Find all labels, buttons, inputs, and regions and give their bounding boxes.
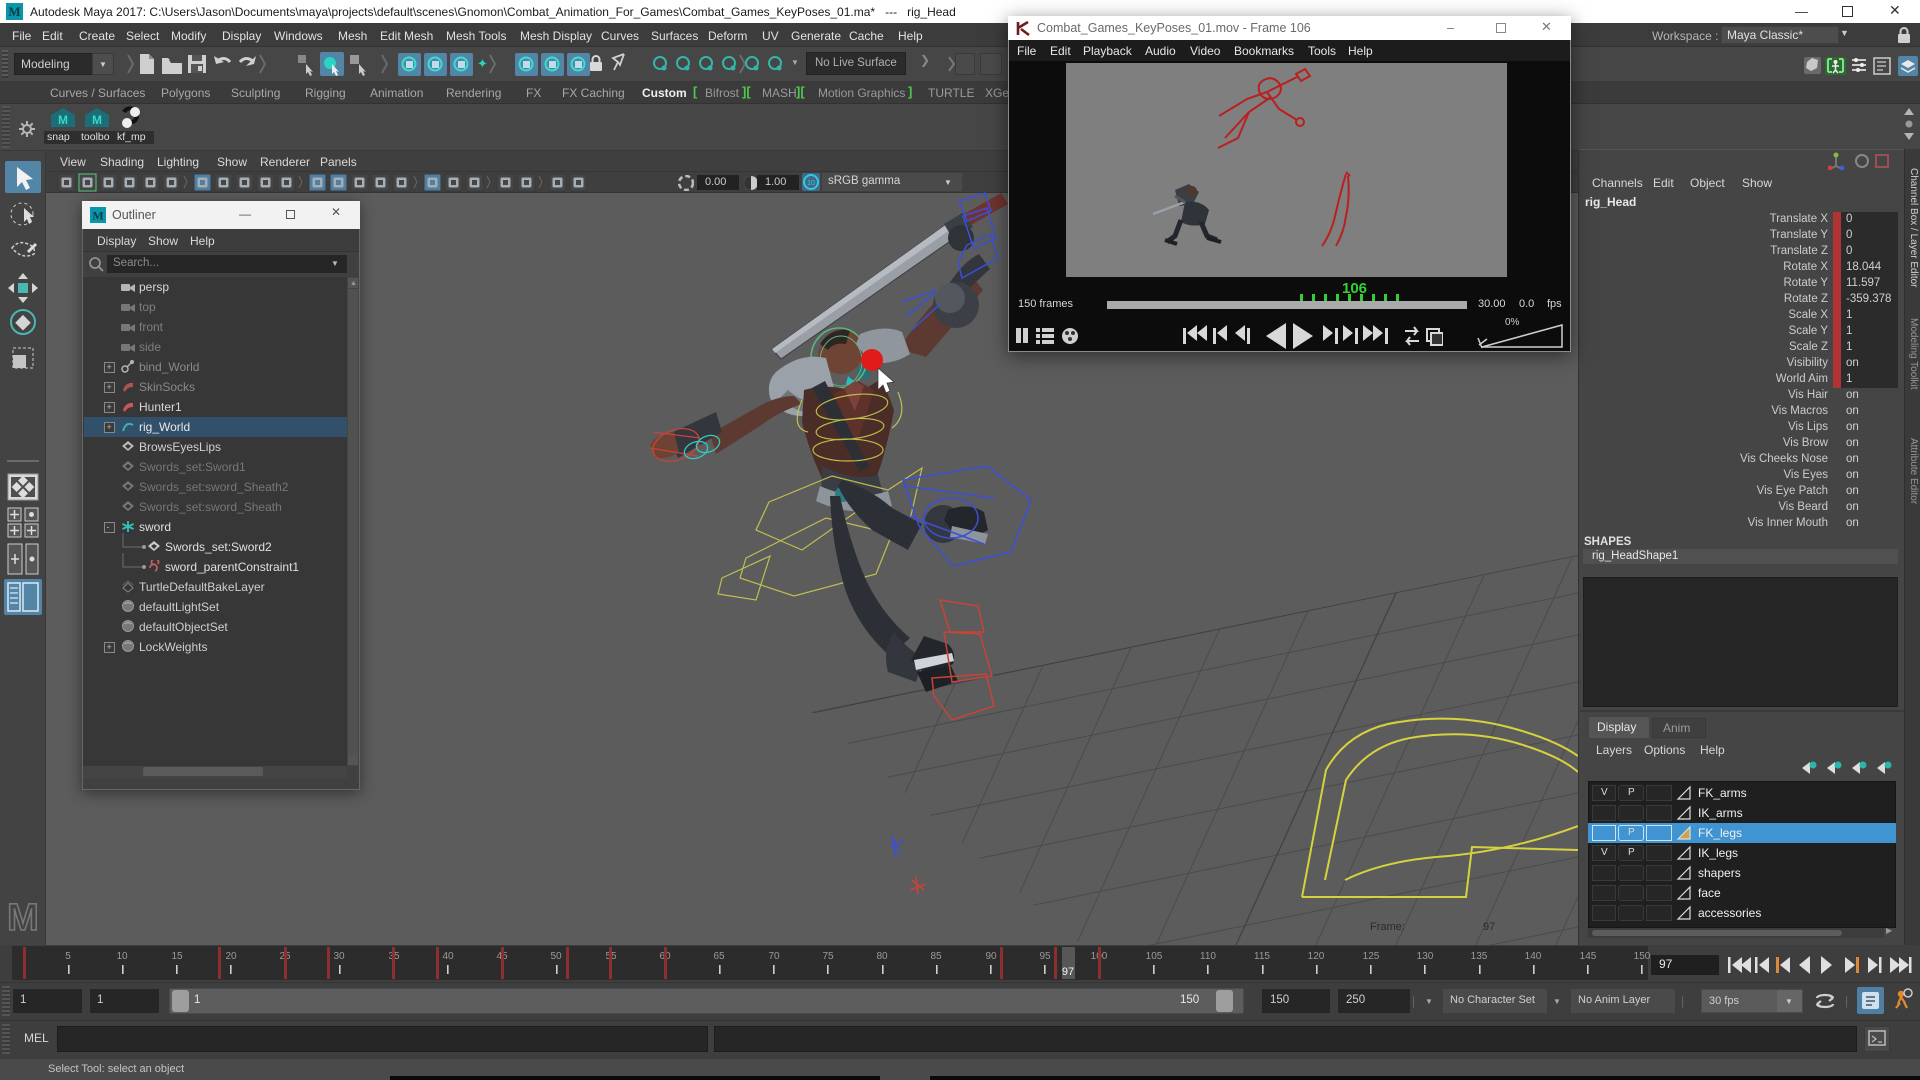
svg-text:15: 15 [171, 951, 183, 962]
svg-text:115: 115 [1254, 951, 1270, 962]
svg-text:135: 135 [1471, 951, 1488, 962]
svg-text:130: 130 [1417, 951, 1434, 962]
svg-text:80: 80 [876, 951, 888, 962]
svg-text:125: 125 [1363, 951, 1380, 962]
svg-text:70: 70 [768, 951, 780, 962]
svg-text:5: 5 [65, 951, 71, 962]
svg-text:M: M [92, 209, 103, 223]
svg-text:95: 95 [1039, 951, 1051, 962]
svg-text:M: M [7, 897, 39, 938]
svg-text:30: 30 [333, 951, 345, 962]
svg-text:120: 120 [1308, 951, 1325, 962]
svg-text:75: 75 [822, 951, 834, 962]
svg-text:97: 97 [1062, 966, 1074, 978]
svg-text:10: 10 [116, 951, 128, 962]
svg-text:90: 90 [985, 951, 997, 962]
svg-text:140: 140 [1525, 951, 1542, 962]
svg-text:M: M [8, 4, 20, 19]
svg-text:50: 50 [550, 951, 562, 962]
svg-text:M: M [58, 113, 68, 127]
svg-text:145: 145 [1580, 951, 1597, 962]
svg-text:105: 105 [1146, 951, 1163, 962]
svg-text:M: M [92, 113, 102, 127]
svg-text:110: 110 [1200, 951, 1216, 962]
svg-text:85: 85 [930, 951, 942, 962]
svg-text:150: 150 [1634, 951, 1651, 962]
svg-text:20: 20 [225, 951, 237, 962]
svg-text:40: 40 [442, 951, 454, 962]
svg-text:65: 65 [713, 951, 725, 962]
